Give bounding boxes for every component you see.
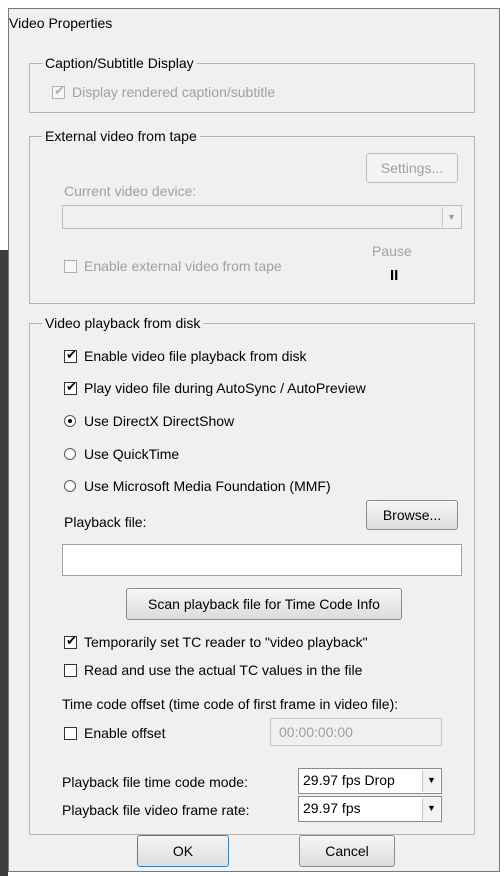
caption-subtitle-legend: Caption/Subtitle Display [42, 55, 197, 71]
disk-playback-group: Video playback from disk ✔ Enable video … [29, 315, 475, 835]
title-bar: Video Properties [9, 9, 499, 37]
offset-heading: Time code offset (time code of first fra… [62, 696, 399, 712]
enable-offset-label: Enable offset [84, 725, 166, 741]
chevron-down-icon: ▼ [422, 770, 440, 792]
play-during-checkbox[interactable]: ✔ [64, 380, 77, 395]
tc-mode-value: 29.97 fps Drop [303, 772, 395, 788]
mmf-label: Use Microsoft Media Foundation (MMF) [84, 478, 331, 494]
quicktime-label: Use QuickTime [84, 446, 180, 462]
enable-external-checkbox[interactable] [64, 260, 77, 273]
external-video-group: External video from tape Settings... Cur… [29, 128, 475, 304]
video-properties-dialog: Video Properties Caption/Subtitle Displa… [8, 8, 500, 872]
cancel-button[interactable]: Cancel [299, 835, 395, 867]
external-video-legend: External video from tape [42, 128, 200, 144]
playback-file-input[interactable] [62, 544, 462, 576]
enable-offset-checkbox[interactable] [64, 727, 77, 740]
dialog-title: Video Properties [9, 15, 113, 31]
enable-external-label: Enable external video from tape [84, 258, 282, 274]
frame-rate-select[interactable]: 29.97 fps ▼ [298, 796, 442, 822]
current-device-label: Current video device: [64, 183, 197, 199]
radio-selected-dot [68, 419, 72, 423]
tc-mode-label: Playback file time code mode: [62, 774, 248, 790]
offset-field[interactable]: 00:00:00:00 [270, 718, 442, 746]
settings-button[interactable]: Settings... [366, 153, 458, 183]
check-icon: ✔ [66, 348, 77, 363]
check-icon: ✔ [54, 84, 65, 99]
frame-rate-value: 29.97 fps [303, 800, 361, 816]
read-actual-label: Read and use the actual TC values in the… [84, 662, 363, 678]
temp-tc-checkbox[interactable]: ✔ [64, 634, 77, 649]
check-icon: ✔ [66, 380, 77, 395]
caption-subtitle-group: Caption/Subtitle Display ✔ Display rende… [29, 55, 475, 113]
ok-button[interactable]: OK [137, 835, 229, 867]
current-device-select[interactable]: ▼ [62, 205, 462, 229]
play-during-label: Play video file during AutoSync / AutoPr… [84, 380, 366, 396]
display-rendered-label: Display rendered caption/subtitle [72, 84, 276, 100]
check-icon: ✔ [66, 634, 77, 649]
pause-label: Pause [372, 243, 412, 259]
left-edge-strip [0, 0, 8, 876]
directshow-radio[interactable] [64, 415, 76, 427]
scan-playback-button[interactable]: Scan playback file for Time Code Info [126, 588, 402, 620]
chevron-down-icon: ▼ [442, 207, 460, 227]
display-rendered-checkbox[interactable]: ✔ [52, 84, 65, 99]
chevron-down-icon: ▼ [422, 798, 440, 820]
enable-playback-label: Enable video file playback from disk [84, 348, 307, 364]
frame-rate-label: Playback file video frame rate: [62, 802, 250, 818]
enable-playback-checkbox[interactable]: ✔ [64, 348, 77, 363]
read-actual-checkbox[interactable] [64, 664, 77, 677]
directshow-label: Use DirectX DirectShow [84, 413, 235, 429]
disk-playback-legend: Video playback from disk [42, 315, 204, 331]
offset-value: 00:00:00:00 [279, 724, 353, 740]
temp-tc-label: Temporarily set TC reader to "video play… [84, 634, 368, 650]
quicktime-radio[interactable] [64, 448, 76, 460]
playback-file-label: Playback file: [64, 514, 147, 530]
mmf-radio[interactable] [64, 480, 76, 492]
tc-mode-select[interactable]: 29.97 fps Drop ▼ [298, 768, 442, 794]
browse-button[interactable]: Browse... [366, 500, 458, 530]
pause-icon[interactable]: II [390, 267, 398, 284]
